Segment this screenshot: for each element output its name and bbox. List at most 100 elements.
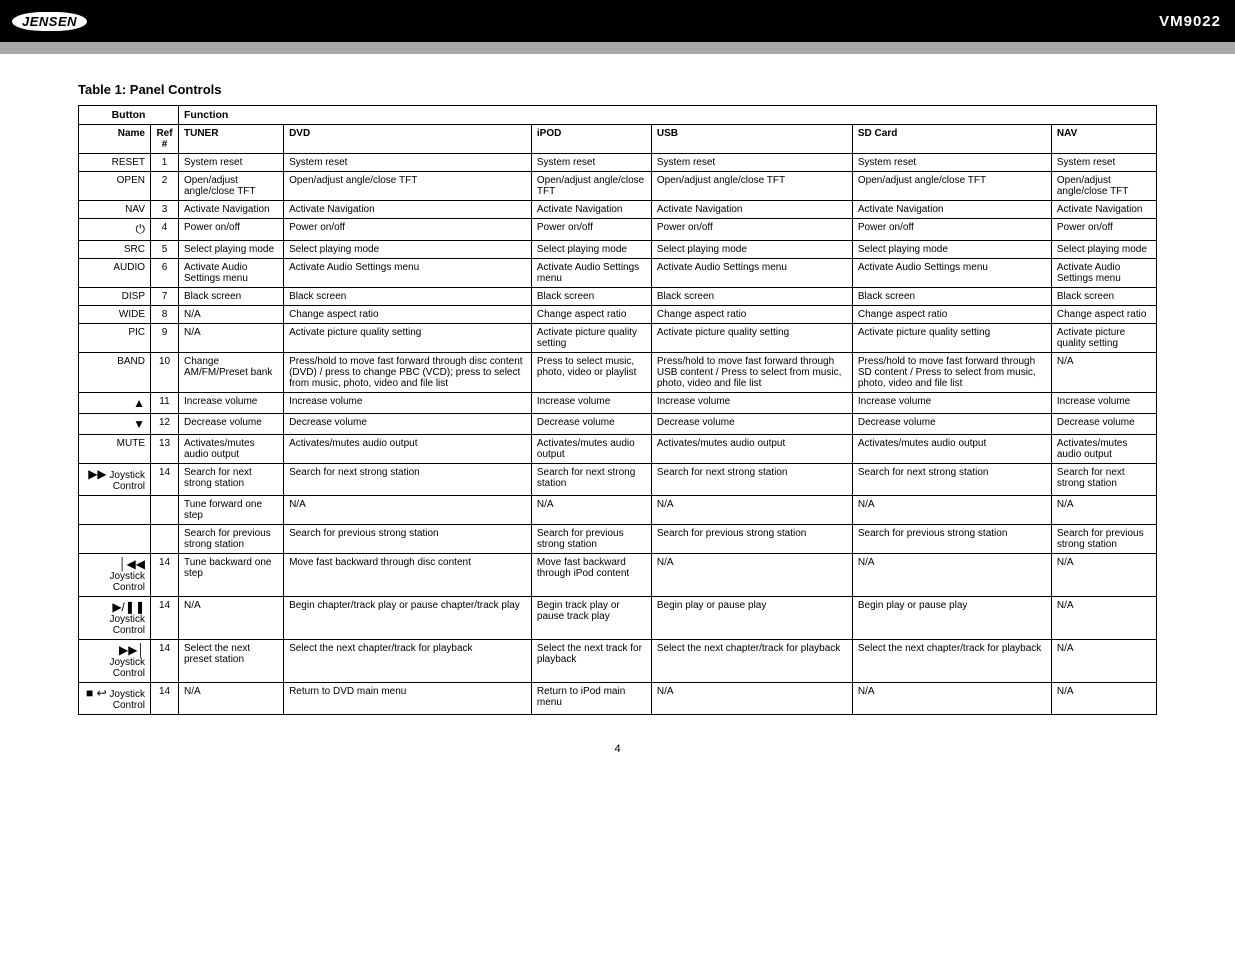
cell-function: N/A <box>1051 597 1156 640</box>
cell-function: Select the next preset station <box>179 640 284 683</box>
cell-function: Search for previous strong station <box>284 525 532 554</box>
cell-function: Increase volume <box>179 393 284 414</box>
cell-function: Activate picture quality setting <box>284 324 532 353</box>
cell-function: Change aspect ratio <box>651 306 852 324</box>
cell-button-name: DISP <box>79 288 151 306</box>
cell-ref: 10 <box>151 353 179 393</box>
cell-function: Activate picture quality setting <box>852 324 1051 353</box>
cell-function: N/A <box>651 496 852 525</box>
cell-function: Search for next strong station <box>179 464 284 496</box>
cell-function: System reset <box>284 154 532 172</box>
cell-function: Press/hold to move fast forward through … <box>852 353 1051 393</box>
cell-function: Decrease volume <box>179 414 284 435</box>
table-row: SRC5Select playing modeSelect playing mo… <box>79 241 1157 259</box>
cell-function: Increase volume <box>852 393 1051 414</box>
table-row: WIDE8N/AChange aspect ratioChange aspect… <box>79 306 1157 324</box>
cell-function: Power on/off <box>531 219 651 241</box>
cell-function: Begin play or pause play <box>852 597 1051 640</box>
cell-function: Press/hold to move fast forward through … <box>651 353 852 393</box>
col-header-button: Button <box>79 106 179 125</box>
table-row: Tune forward one stepN/AN/AN/AN/AN/A <box>79 496 1157 525</box>
cell-button-name: RESET <box>79 154 151 172</box>
cell-ref: 1 <box>151 154 179 172</box>
fast-forward-icon: ▶▶ <box>88 467 106 481</box>
cell-ref: 11 <box>151 393 179 414</box>
cell-function: N/A <box>179 306 284 324</box>
cell-button-name: WIDE <box>79 306 151 324</box>
cell-function: Decrease volume <box>852 414 1051 435</box>
cell-ref: 13 <box>151 435 179 464</box>
cell-function: Activate Navigation <box>852 201 1051 219</box>
cell-function: Power on/off <box>179 219 284 241</box>
cell-function: Search for previous strong station <box>531 525 651 554</box>
cell-ref: 14 <box>151 683 179 715</box>
cell-function: Black screen <box>531 288 651 306</box>
page-number: 4 <box>78 743 1157 755</box>
cell-function: Search for next strong station <box>651 464 852 496</box>
up-triangle-icon: ▲ <box>133 396 145 410</box>
cell-function: N/A <box>852 496 1051 525</box>
cell-function: Activate picture quality setting <box>531 324 651 353</box>
power-icon: ⏻ <box>136 222 146 236</box>
col-header-ref: Ref # <box>151 125 179 154</box>
cell-function: Open/adjust angle/close TFT <box>1051 172 1156 201</box>
cell-function: Activate Audio Settings menu <box>284 259 532 288</box>
stop-return-icon: ■ ↩ <box>86 686 107 700</box>
cell-function: Power on/off <box>1051 219 1156 241</box>
cell-ref: 8 <box>151 306 179 324</box>
cell-function: Select the next track for playback <box>531 640 651 683</box>
cell-function: Activates/mutes audio output <box>179 435 284 464</box>
cell-function: Search for previous strong station <box>179 525 284 554</box>
cell-ref: 9 <box>151 324 179 353</box>
cell-function: Select playing mode <box>179 241 284 259</box>
cell-function: Select the next chapter/track for playba… <box>852 640 1051 683</box>
table-row: AUDIO6Activate Audio Settings menuActiva… <box>79 259 1157 288</box>
table-row: ▶▶ Joystick Control14Search for next str… <box>79 464 1157 496</box>
table-row: MUTE13Activates/mutes audio outputActiva… <box>79 435 1157 464</box>
cell-button-name: OPEN <box>79 172 151 201</box>
cell-function: Select playing mode <box>531 241 651 259</box>
cell-function: N/A <box>1051 496 1156 525</box>
cell-function: Activates/mutes audio output <box>852 435 1051 464</box>
cell-function: N/A <box>852 554 1051 597</box>
cell-function: Decrease volume <box>531 414 651 435</box>
cell-function: Activate Navigation <box>179 201 284 219</box>
col-header-mode: TUNER <box>179 125 284 154</box>
cell-function: Tune backward one step <box>179 554 284 597</box>
down-triangle-icon: ▼ <box>133 417 145 431</box>
cell-function: Search for next strong station <box>1051 464 1156 496</box>
cell-function: Press to select music, photo, video or p… <box>531 353 651 393</box>
cell-function: Open/adjust angle/close TFT <box>531 172 651 201</box>
table-row: BAND10Change AM/FM/Preset bankPress/hold… <box>79 353 1157 393</box>
cell-function: Change aspect ratio <box>284 306 532 324</box>
cell-function: Change aspect ratio <box>1051 306 1156 324</box>
cell-function: Select playing mode <box>651 241 852 259</box>
cell-function: Begin chapter/track play or pause chapte… <box>284 597 532 640</box>
cell-function: N/A <box>1051 640 1156 683</box>
cell-function: Return to iPod main menu <box>531 683 651 715</box>
cell-ref <box>151 496 179 525</box>
cell-button-name: AUDIO <box>79 259 151 288</box>
cell-button-name: ⏻ <box>79 219 151 241</box>
cell-ref: 7 <box>151 288 179 306</box>
cell-function: Search for previous strong station <box>1051 525 1156 554</box>
cell-function: Black screen <box>651 288 852 306</box>
cell-function: System reset <box>651 154 852 172</box>
cell-function: Activates/mutes audio output <box>284 435 532 464</box>
col-header-mode: USB <box>651 125 852 154</box>
table-row: PIC9N/AActivate picture quality settingA… <box>79 324 1157 353</box>
cell-button-name: ▶▶ Joystick Control <box>79 464 151 496</box>
cell-button-name <box>79 496 151 525</box>
cell-function: Increase volume <box>284 393 532 414</box>
table-row: ■ ↩ Joystick Control14N/AReturn to DVD m… <box>79 683 1157 715</box>
cell-ref <box>151 525 179 554</box>
cell-function: Increase volume <box>1051 393 1156 414</box>
table-row: Search for previous strong stationSearch… <box>79 525 1157 554</box>
cell-function: Return to DVD main menu <box>284 683 532 715</box>
cell-function: N/A <box>531 496 651 525</box>
cell-function: Activate Navigation <box>1051 201 1156 219</box>
cell-ref: 12 <box>151 414 179 435</box>
cell-function: Open/adjust angle/close TFT <box>284 172 532 201</box>
cell-button-name <box>79 525 151 554</box>
cell-function: Black screen <box>1051 288 1156 306</box>
